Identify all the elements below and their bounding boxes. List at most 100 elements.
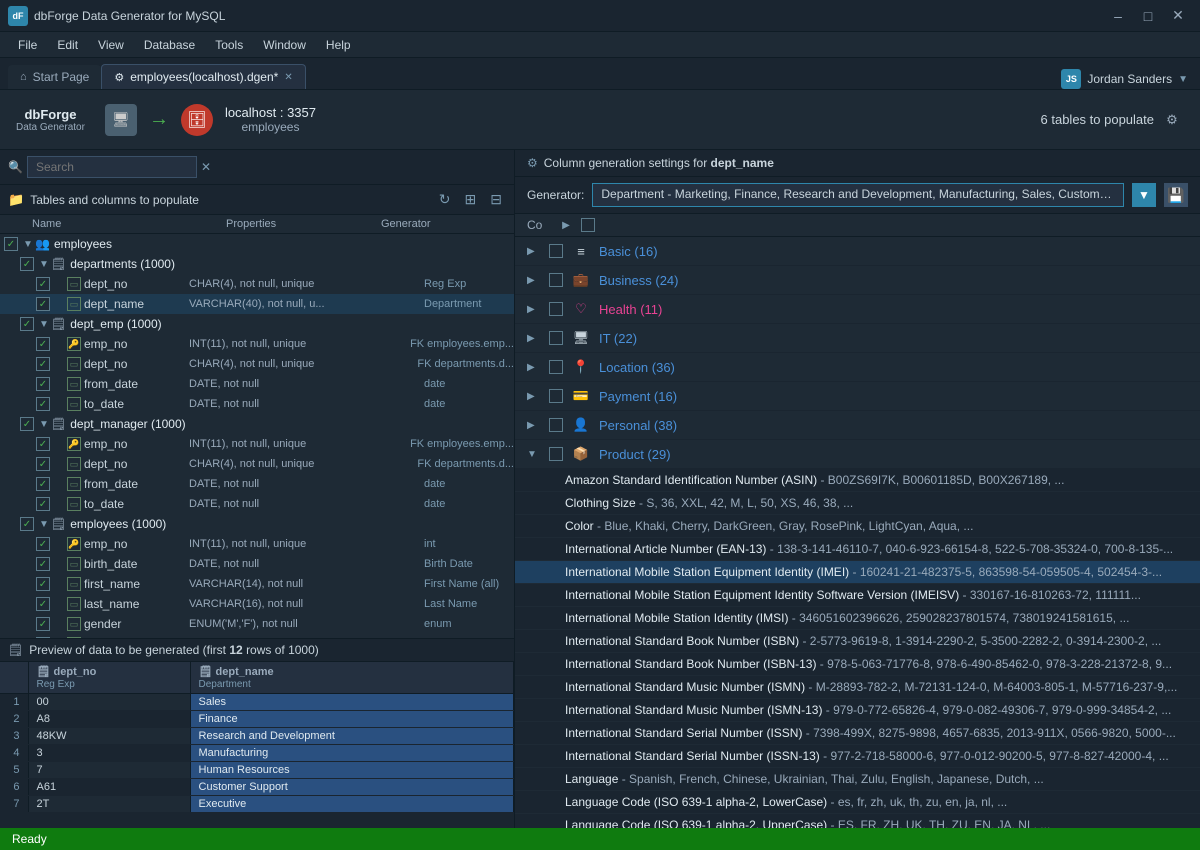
menu-item-file[interactable]: File — [8, 35, 47, 55]
collapse-button[interactable]: ⊟ — [486, 189, 506, 210]
fill-checkbox[interactable] — [581, 218, 595, 232]
col-row-emp-no-1[interactable]: 🔑 emp_no INT(11), not null, unique FK em… — [0, 334, 514, 354]
fill-expander[interactable]: ▶ — [559, 218, 573, 232]
col-row-dept-name[interactable]: ▭ dept_name VARCHAR(40), not null, u... … — [0, 294, 514, 314]
menu-item-tools[interactable]: Tools — [205, 35, 253, 55]
table-row-departments[interactable]: ▼ 🗒 departments (1000) — [0, 254, 514, 274]
table-row-dept-emp[interactable]: ▼ 🗒 dept_emp (1000) — [0, 314, 514, 334]
minimize-button[interactable]: – — [1104, 5, 1132, 27]
product-item[interactable]: International Standard Serial Number (IS… — [515, 745, 1200, 768]
product-item[interactable]: Color - Blue, Khaki, Cherry, DarkGreen, … — [515, 515, 1200, 538]
table-row-dept-manager[interactable]: ▼ 🗒 dept_manager (1000) — [0, 414, 514, 434]
category-location[interactable]: ▶ 📍 Location (36) — [515, 353, 1200, 382]
menu-item-edit[interactable]: Edit — [47, 35, 88, 55]
generator-save-button[interactable]: 💾 — [1164, 183, 1188, 207]
emp-no-2-check[interactable] — [36, 437, 50, 451]
dept-manager-checkbox[interactable] — [20, 417, 34, 431]
to-date-1-check[interactable] — [36, 397, 50, 411]
to-date-2-check[interactable] — [36, 497, 50, 511]
location-expand-icon[interactable]: ▶ — [527, 362, 541, 373]
product-item[interactable]: Language Code (ISO 639-1 alpha-2, UpperC… — [515, 814, 1200, 828]
dept-emp-expand[interactable]: ▼ — [37, 317, 51, 331]
payment-checkbox[interactable] — [549, 389, 563, 403]
business-expand-icon[interactable]: ▶ — [527, 275, 541, 286]
personal-expand-icon[interactable]: ▶ — [527, 420, 541, 431]
from-date-2-check[interactable] — [36, 477, 50, 491]
menu-item-window[interactable]: Window — [253, 35, 316, 55]
maximize-button[interactable]: □ — [1134, 5, 1162, 27]
category-product[interactable]: ▼ 📦 Product (29) — [515, 440, 1200, 469]
tab-close-button[interactable]: ✕ — [284, 72, 292, 83]
col-row-to-date-2[interactable]: ▭ to_date DATE, not null date — [0, 494, 514, 514]
product-item[interactable]: International Standard Serial Number (IS… — [515, 722, 1200, 745]
it-checkbox[interactable] — [549, 331, 563, 345]
departments-checkbox[interactable] — [20, 257, 34, 271]
col-row-last-name[interactable]: ▭ last_name VARCHAR(16), not null Last N… — [0, 594, 514, 614]
col-row-dept-no-2[interactable]: ▭ dept_no CHAR(4), not null, unique FK d… — [0, 354, 514, 374]
generator-dropdown-button[interactable]: ▼ — [1132, 183, 1156, 207]
product-item[interactable]: International Mobile Station Equipment I… — [515, 561, 1200, 584]
tab-start-page[interactable]: ⌂ Start Page — [8, 65, 101, 89]
employees-expand[interactable]: ▼ — [37, 517, 51, 531]
product-item[interactable]: Language - Spanish, French, Chinese, Ukr… — [515, 768, 1200, 791]
col-row-birth-date[interactable]: ▭ birth_date DATE, not null Birth Date — [0, 554, 514, 574]
product-item[interactable]: International Standard Music Number (ISM… — [515, 676, 1200, 699]
product-expand-icon[interactable]: ▼ — [527, 449, 541, 460]
col-row-dept-no-3[interactable]: ▭ dept_no CHAR(4), not null, unique FK d… — [0, 454, 514, 474]
col-row-from-date-1[interactable]: ▭ from_date DATE, not null date — [0, 374, 514, 394]
settings-gear-button[interactable]: ⚙ — [1160, 108, 1184, 132]
employees-group-checkbox[interactable] — [4, 237, 18, 251]
col-row-first-name[interactable]: ▭ first_name VARCHAR(14), not null First… — [0, 574, 514, 594]
dept-no-3-check[interactable] — [36, 457, 50, 471]
product-item[interactable]: International Standard Music Number (ISM… — [515, 699, 1200, 722]
birth-date-check[interactable] — [36, 557, 50, 571]
product-checkbox[interactable] — [549, 447, 563, 461]
search-input[interactable] — [27, 156, 197, 178]
category-personal[interactable]: ▶ 👤 Personal (38) — [515, 411, 1200, 440]
dept-manager-expand[interactable]: ▼ — [37, 417, 51, 431]
dept-name-check[interactable] — [36, 297, 50, 311]
col-row-from-date-2[interactable]: ▭ from_date DATE, not null date — [0, 474, 514, 494]
category-basic[interactable]: ▶ ≡ Basic (16) — [515, 237, 1200, 266]
product-item[interactable]: Language Code (ISO 639-1 alpha-2, LowerC… — [515, 791, 1200, 814]
search-clear-button[interactable]: ✕ — [201, 160, 211, 174]
col-row-gender[interactable]: ▭ gender ENUM('M','F'), not null enum — [0, 614, 514, 634]
refresh-button[interactable]: ↻ — [435, 189, 455, 210]
first-name-check[interactable] — [36, 577, 50, 591]
product-item[interactable]: International Article Number (EAN-13) - … — [515, 538, 1200, 561]
payment-expand-icon[interactable]: ▶ — [527, 391, 541, 402]
menu-item-view[interactable]: View — [88, 35, 134, 55]
basic-expand-icon[interactable]: ▶ — [527, 246, 541, 257]
col-row-to-date-1[interactable]: ▭ to_date DATE, not null date — [0, 394, 514, 414]
product-item[interactable]: International Mobile Station Equipment I… — [515, 584, 1200, 607]
product-item[interactable]: Clothing Size - S, 36, XXL, 42, M, L, 50… — [515, 492, 1200, 515]
emp-no-3-check[interactable] — [36, 537, 50, 551]
from-date-1-check[interactable] — [36, 377, 50, 391]
menu-item-help[interactable]: Help — [316, 35, 361, 55]
menu-item-database[interactable]: Database — [134, 35, 205, 55]
health-expand-icon[interactable]: ▶ — [527, 304, 541, 315]
product-item[interactable]: International Standard Book Number (ISBN… — [515, 653, 1200, 676]
category-health[interactable]: ▶ ♡ Health (11) — [515, 295, 1200, 324]
employees-table-checkbox[interactable] — [20, 517, 34, 531]
profile-dropdown-icon[interactable]: ▼ — [1178, 74, 1188, 85]
dept-no-1-check[interactable] — [36, 277, 50, 291]
dept-no-2-check[interactable] — [36, 357, 50, 371]
emp-no-1-check[interactable] — [36, 337, 50, 351]
generator-select[interactable]: Department - Marketing, Finance, Researc… — [592, 183, 1124, 207]
employees-expand-arrow[interactable]: ▼ — [21, 237, 35, 251]
it-expand-icon[interactable]: ▶ — [527, 333, 541, 344]
category-it[interactable]: ▶ 🖥 IT (22) — [515, 324, 1200, 353]
health-checkbox[interactable] — [549, 302, 563, 316]
product-item[interactable]: Amazon Standard Identification Number (A… — [515, 469, 1200, 492]
gender-check[interactable] — [36, 617, 50, 631]
product-item[interactable]: International Mobile Station Identity (I… — [515, 607, 1200, 630]
product-item[interactable]: International Standard Book Number (ISBN… — [515, 630, 1200, 653]
table-row-employees[interactable]: ▼ 🗒 employees (1000) — [0, 514, 514, 534]
category-payment[interactable]: ▶ 💳 Payment (16) — [515, 382, 1200, 411]
tab-employees[interactable]: ⚙ employees(localhost).dgen* ✕ — [101, 64, 305, 89]
basic-checkbox[interactable] — [549, 244, 563, 258]
col-row-emp-no-3[interactable]: 🔑 emp_no INT(11), not null, unique int — [0, 534, 514, 554]
expand-button[interactable]: ⊞ — [461, 189, 481, 210]
col-row-dept-no-1[interactable]: ▭ dept_no CHAR(4), not null, unique Reg … — [0, 274, 514, 294]
